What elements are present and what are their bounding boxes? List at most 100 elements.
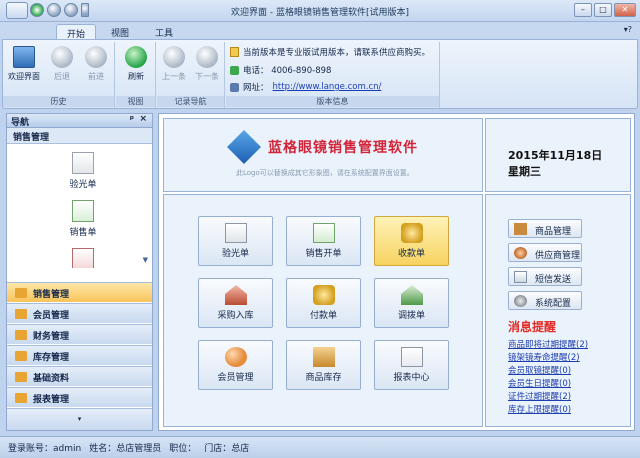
message-expiring-goods[interactable]: 商品即将过期提醒(2): [508, 338, 588, 350]
side-panel: 商品管理 供应商管理 短信发送 系统配置 消息提醒 商品即将过期提醒(2) 镜架…: [485, 194, 631, 427]
message-frame-life[interactable]: 镜架镜寿命提醒(2): [508, 351, 580, 363]
site-row: 网址： http://www.lange.com.cn/: [230, 81, 381, 93]
tab-start[interactable]: 开始: [56, 24, 97, 40]
tab-tools[interactable]: 工具: [145, 24, 183, 40]
optometry-icon: [225, 223, 247, 243]
prev-record-button[interactable]: 上一条: [157, 46, 191, 82]
next-record-button[interactable]: 下一条: [190, 46, 224, 82]
message-stock-limit[interactable]: 库存上限提醒(0): [508, 403, 571, 415]
tile-payment[interactable]: 付款单: [286, 278, 361, 328]
message-title: 消息提醒: [508, 320, 557, 334]
nav-item-optometry[interactable]: 验光单: [63, 152, 103, 190]
forward-arrow-icon: [85, 46, 107, 68]
module-reports[interactable]: 报表管理: [7, 387, 152, 407]
sms-send-button[interactable]: 短信发送: [508, 267, 582, 286]
version-group-label: 版本信息: [226, 96, 439, 107]
supplier-mgmt-button[interactable]: 供应商管理: [508, 243, 582, 262]
sales-sheet-icon: [72, 200, 94, 222]
back-arrow-icon: [51, 46, 73, 68]
view-group: 刷新 视图: [116, 42, 156, 108]
module-basic-data[interactable]: 基础资料: [7, 366, 152, 386]
brand-name: 蓝格眼镜销售管理软件: [268, 140, 418, 156]
date-panel: 2015年11月18日 星期三: [485, 118, 631, 192]
module-overflow-button[interactable]: ▾: [7, 408, 152, 430]
nav-close-icon[interactable]: ×: [139, 114, 147, 124]
supplier-icon: [514, 247, 527, 259]
module-inventory[interactable]: 库存管理: [7, 345, 152, 365]
maximize-button[interactable]: □: [594, 3, 612, 17]
product-mgmt-button[interactable]: 商品管理: [508, 219, 582, 238]
view-group-label: 视图: [116, 96, 155, 107]
site-link[interactable]: http://www.lange.com.cn/: [273, 82, 382, 92]
current-weekday: 星期三: [508, 165, 541, 178]
minimize-button[interactable]: –: [574, 3, 592, 17]
chevron-down-icon: ▾: [77, 415, 82, 423]
message-member-pickup[interactable]: 会员取镜提醒(0): [508, 364, 571, 376]
back-button[interactable]: 后退: [45, 46, 79, 82]
return-sheet-icon: [72, 248, 94, 268]
ribbon-help-icon[interactable]: ▾?: [624, 25, 632, 34]
pin-icon[interactable]: ᵖ: [130, 115, 134, 125]
coins-minus-icon: [313, 285, 335, 305]
message-id-expiry[interactable]: 证件过期提醒(2): [508, 390, 571, 402]
quick-actions-panel: 验光单 销售开单 收款单 采购入库 付款单 调拨单 会员管理 商品库存 报表中心: [163, 194, 483, 427]
tile-transfer[interactable]: 调拨单: [374, 278, 449, 328]
sales-order-icon: [313, 223, 335, 243]
folder-icon: [15, 393, 27, 403]
optometry-sheet-icon: [72, 152, 94, 174]
welcome-button[interactable]: 欢迎界面: [7, 46, 41, 82]
gear-icon: [514, 295, 527, 307]
refresh-icon: [125, 46, 147, 68]
ribbon-tabs: 开始 视图 工具 ▾?: [0, 22, 640, 40]
nav-section-title: 销售管理: [7, 128, 152, 144]
status-account: 登录账号：admin: [8, 444, 82, 454]
current-date: 2015年11月18日: [508, 149, 603, 162]
nav-item-sales[interactable]: 销售单: [63, 200, 103, 238]
tile-optometry[interactable]: 验光单: [198, 216, 273, 266]
nav-header: 导航 ᵖ ×: [7, 114, 152, 128]
clipboard-icon: [401, 347, 423, 367]
forward-button[interactable]: 前进: [79, 46, 113, 82]
members-icon: [225, 347, 247, 367]
sms-icon: [514, 271, 527, 283]
status-position: 职位：: [169, 444, 197, 454]
phone-icon: [230, 65, 239, 75]
tile-sales-order[interactable]: 销售开单: [286, 216, 361, 266]
version-group: 当前版本是专业版试用版本，请联系供应商购买。 电话： 4006-890-898 …: [226, 42, 440, 108]
warehouse-transfer-icon: [401, 285, 423, 305]
tab-view[interactable]: 视图: [101, 24, 139, 40]
folder-icon: [15, 309, 27, 319]
tile-receipt[interactable]: 收款单: [374, 216, 449, 266]
close-button[interactable]: ✕: [614, 3, 636, 17]
refresh-button[interactable]: 刷新: [119, 46, 153, 82]
product-icon: [514, 223, 527, 235]
module-members[interactable]: 会员管理: [7, 303, 152, 323]
scroll-down-icon[interactable]: ▼: [143, 256, 148, 264]
tile-member-mgmt[interactable]: 会员管理: [198, 340, 273, 390]
notice-row: 当前版本是专业版试用版本，请联系供应商购买。: [230, 46, 430, 58]
module-sales[interactable]: 销售管理: [7, 282, 152, 302]
welcome-icon: [13, 46, 35, 68]
status-name: 姓名：总店管理员: [89, 444, 162, 454]
folder-icon: [15, 288, 27, 298]
window-title: 欢迎界面 - 蓝格眼镜销售管理软件[试用版本]: [231, 8, 409, 18]
record-nav-group-label: 记录导航: [157, 96, 224, 107]
logo-panel: 蓝格眼镜销售管理软件 此Logo可以替换成其它形象图，请在系统配置界面设置。: [163, 118, 483, 192]
folder-icon: [15, 330, 27, 340]
tile-inventory[interactable]: 商品库存: [286, 340, 361, 390]
status-bar: 登录账号：admin 姓名：总店管理员 职位： 门店：总店: [0, 436, 640, 458]
module-finance[interactable]: 财务管理: [7, 324, 152, 344]
coins-plus-icon: [401, 223, 423, 243]
boxes-icon: [313, 347, 335, 367]
up-arrow-icon: [163, 46, 185, 68]
tile-purchase-in[interactable]: 采购入库: [198, 278, 273, 328]
folder-icon: [15, 372, 27, 382]
system-config-button[interactable]: 系统配置: [508, 291, 582, 310]
message-member-birthday[interactable]: 会员生日提醒(0): [508, 377, 571, 389]
tile-report-center[interactable]: 报表中心: [374, 340, 449, 390]
notice-icon: [230, 47, 239, 57]
window-controls: – □ ✕: [574, 3, 636, 17]
warehouse-in-icon: [225, 285, 247, 305]
phone-row: 电话： 4006-890-898: [230, 64, 331, 76]
nav-item-partial[interactable]: [63, 248, 103, 268]
